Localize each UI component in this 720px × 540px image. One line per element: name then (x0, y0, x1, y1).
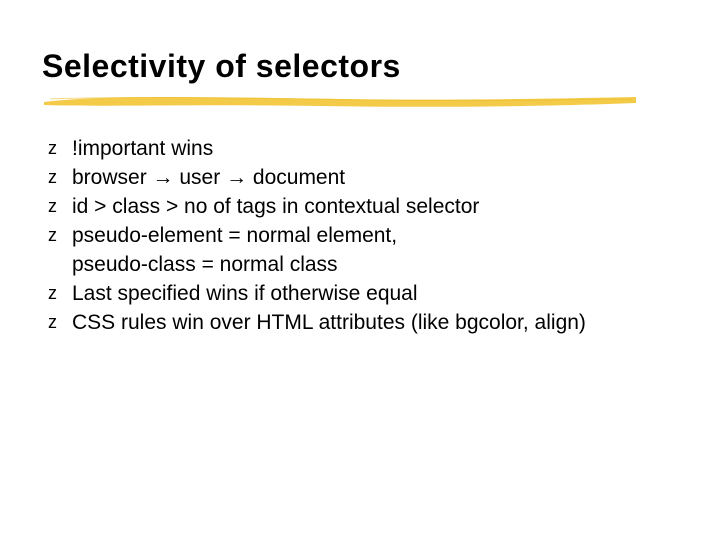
arrow-icon: → (220, 166, 253, 189)
slide-title: Selectivity of selectors (42, 48, 678, 85)
bullet-icon: z (48, 164, 57, 192)
slide: Selectivity of selectors z !important wi… (0, 0, 720, 540)
arrow-icon: → (147, 166, 180, 189)
bullet-icon: z (48, 135, 57, 163)
bullet-text: Last specified wins if otherwise equal (72, 282, 418, 305)
list-item: z Last specified wins if otherwise equal (48, 280, 678, 309)
list-item: z CSS rules win over HTML attributes (li… (48, 309, 678, 338)
list-item: z id > class > no of tags in contextual … (48, 193, 678, 222)
brush-stroke-icon (40, 91, 640, 109)
bullet-text: browser → user → document (72, 166, 345, 189)
bullet-text: id > class > no of tags in contextual se… (72, 195, 479, 218)
bullet-list: z !important wins z browser → user → doc… (42, 135, 678, 338)
list-item: z browser → user → document (48, 164, 678, 193)
bullet-icon: z (48, 222, 57, 250)
bullet-icon: z (48, 280, 57, 308)
bullet-icon: z (48, 309, 57, 337)
title-underline (40, 91, 640, 109)
bullet-text: !important wins (72, 137, 213, 160)
list-item: z !important wins (48, 135, 678, 164)
bullet-icon: z (48, 193, 57, 221)
bullet-text: CSS rules win over HTML attributes (like… (72, 311, 586, 334)
bullet-text: pseudo-element = normal element, pseudo-… (72, 224, 397, 276)
list-item: z pseudo-element = normal element, pseud… (48, 222, 678, 280)
